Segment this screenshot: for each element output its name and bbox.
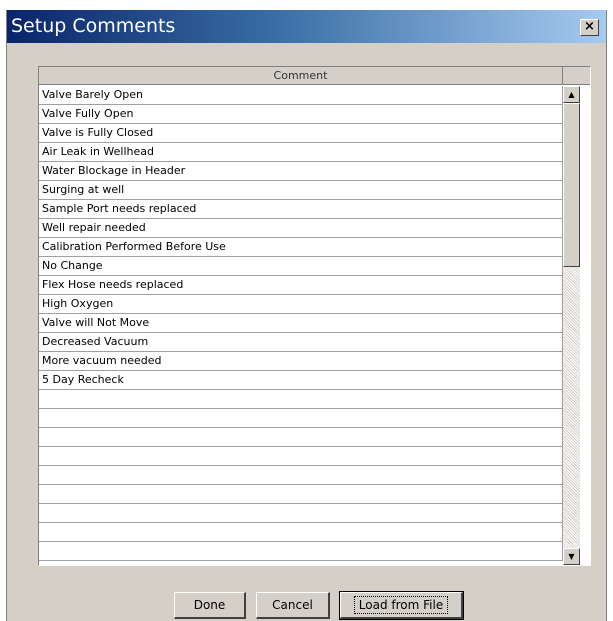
comment-row[interactable]: High Oxygen <box>39 295 563 314</box>
comment-row[interactable]: Valve is Fully Closed <box>39 124 563 143</box>
empty-row[interactable] <box>39 523 563 542</box>
empty-row[interactable] <box>39 428 563 447</box>
comment-row[interactable]: Water Blockage in Header <box>39 162 563 181</box>
comments-grid: Comment Valve Barely Open Valve Fully Ope… <box>38 66 591 566</box>
title-bar[interactable]: Setup Comments × <box>7 10 606 43</box>
comment-row[interactable]: Valve will Not Move <box>39 314 563 333</box>
header-corner <box>563 67 590 85</box>
comment-row[interactable]: Well repair needed <box>39 219 563 238</box>
cancel-button[interactable]: Cancel <box>256 592 330 619</box>
comment-row[interactable]: Calibration Performed Before Use <box>39 238 563 257</box>
dialog-title: Setup Comments <box>11 15 176 37</box>
comment-row[interactable]: Sample Port needs replaced <box>39 200 563 219</box>
comment-row[interactable]: Valve Barely Open <box>39 86 563 105</box>
scroll-thumb[interactable] <box>563 103 580 267</box>
load-from-file-button-label: Load from File <box>353 596 449 614</box>
grid-rows: Valve Barely Open Valve Fully Open Valve i… <box>39 86 563 561</box>
scroll-down-button[interactable]: ▼ <box>563 548 580 565</box>
arrow-down-icon: ▼ <box>568 552 575 561</box>
comment-row[interactable]: No Change <box>39 257 563 276</box>
empty-row[interactable] <box>39 542 563 561</box>
done-button[interactable]: Done <box>174 592 246 619</box>
comment-row[interactable]: More vacuum needed <box>39 352 563 371</box>
empty-row[interactable] <box>39 447 563 466</box>
vertical-scrollbar[interactable]: ▲ ▼ <box>563 86 580 565</box>
scroll-up-button[interactable]: ▲ <box>563 86 580 103</box>
empty-row[interactable] <box>39 485 563 504</box>
comment-row[interactable]: 5 Day Recheck <box>39 371 563 390</box>
empty-row[interactable] <box>39 466 563 485</box>
cancel-button-label: Cancel <box>272 598 313 612</box>
close-button[interactable]: × <box>580 19 599 36</box>
comment-row[interactable]: Decreased Vacuum <box>39 333 563 352</box>
setup-comments-dialog: Setup Comments × Comment Valve Barely Op… <box>6 10 607 621</box>
done-button-label: Done <box>193 598 226 612</box>
comment-row[interactable]: Flex Hose needs replaced <box>39 276 563 295</box>
empty-row[interactable] <box>39 390 563 409</box>
empty-row[interactable] <box>39 504 563 523</box>
arrow-up-icon: ▲ <box>568 90 575 99</box>
load-from-file-button[interactable]: Load from File <box>339 591 464 620</box>
comment-column-header[interactable]: Comment <box>39 67 563 85</box>
comment-row[interactable]: Surging at well <box>39 181 563 200</box>
empty-row[interactable] <box>39 409 563 428</box>
comment-row[interactable]: Valve Fully Open <box>39 105 563 124</box>
comment-row[interactable]: Air Leak in Wellhead <box>39 143 563 162</box>
close-icon: × <box>584 19 595 34</box>
